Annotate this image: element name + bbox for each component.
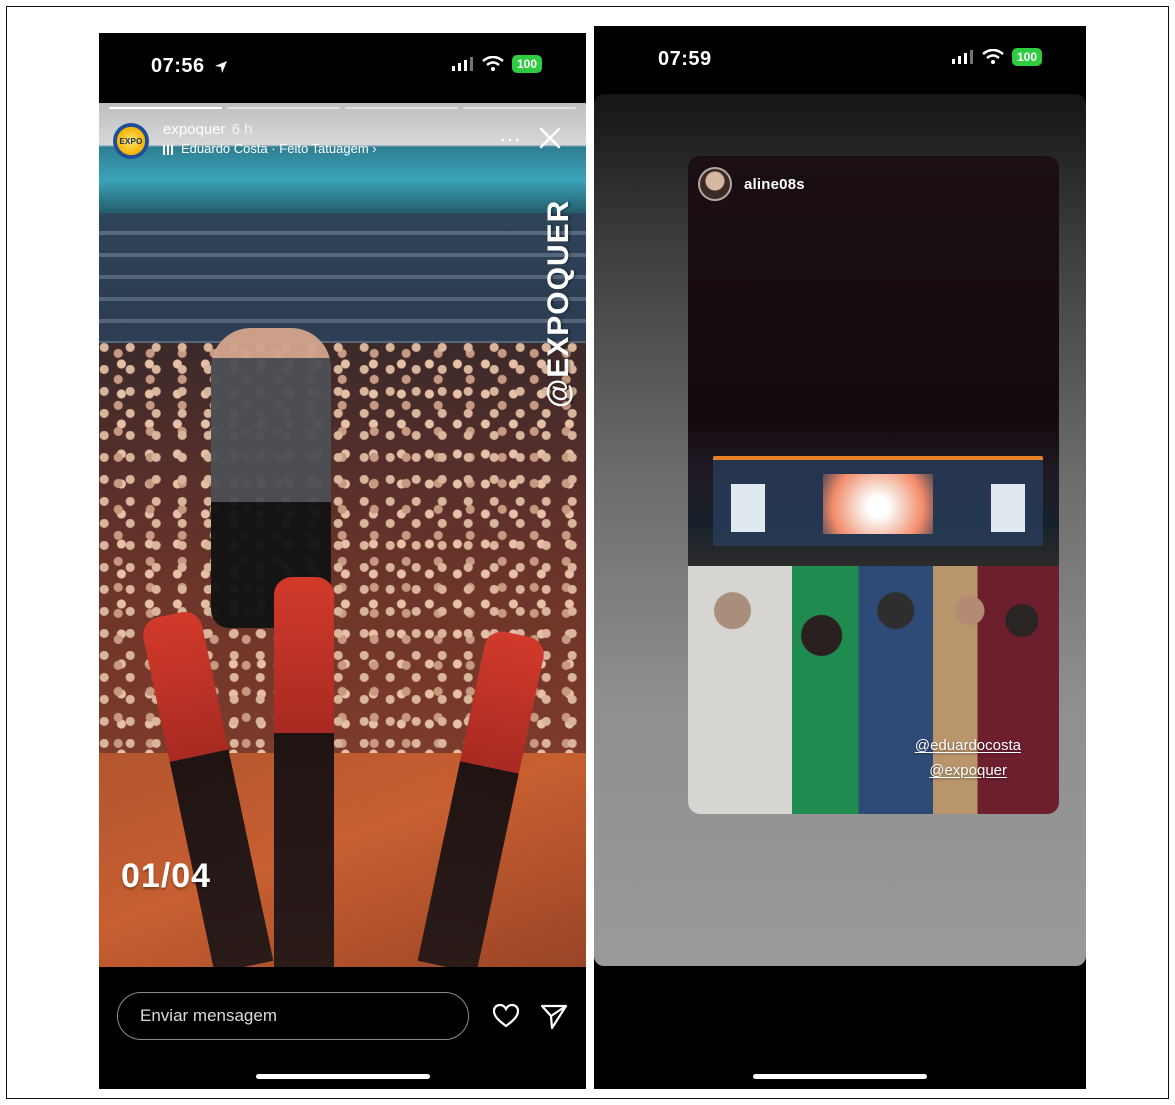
shared-story-card[interactable]: aline08s @eduardocosta @expoquer (688, 156, 1059, 814)
status-bar: 07:56 100 (99, 33, 586, 99)
wifi-icon (482, 56, 504, 71)
home-indicator[interactable] (255, 1074, 430, 1079)
more-icon[interactable]: ··· (499, 128, 521, 150)
grandstand (99, 213, 586, 343)
message-input-wrapper[interactable] (117, 992, 469, 1040)
shared-username[interactable]: aline08s (744, 176, 805, 193)
battery-indicator: 100 (1011, 48, 1042, 66)
progress-segment (109, 107, 222, 109)
mention-expoquer[interactable]: @expoquer (929, 762, 1007, 779)
close-icon[interactable] (535, 123, 565, 153)
home-indicator[interactable] (753, 1074, 927, 1079)
vertical-mention[interactable]: @EXPOQUER (536, 173, 576, 413)
account-name[interactable]: expoquer (163, 121, 226, 138)
guitar-headstock (274, 577, 334, 967)
music-arrow: › (372, 141, 377, 156)
music-attribution[interactable]: Eduardo Costa · Feito Tatuagem › (163, 141, 377, 156)
stage-screen-left (731, 484, 765, 532)
story-progress (109, 107, 576, 110)
right-phone: 07:59 100 aline08s @eduardocosta @expoqu… (594, 26, 1086, 1089)
story-photo-concert-stage[interactable] (99, 103, 586, 967)
music-title: Eduardo Costa · Feito Tatuagem (181, 141, 369, 156)
signal-icon (451, 57, 473, 71)
avatar[interactable] (698, 167, 732, 201)
post-age: 6 h (231, 121, 253, 138)
stage-screen-right (991, 484, 1025, 532)
mention-eduardocosta[interactable]: @eduardocosta (915, 737, 1021, 754)
story-header: EXPO expoquer 6 h Eduardo Costa · Feito T… (113, 121, 573, 163)
heart-icon[interactable] (491, 1001, 521, 1031)
status-time: 07:56 (151, 55, 229, 78)
account-avatar[interactable]: EXPO (113, 123, 149, 159)
shared-user[interactable]: aline08s (698, 166, 805, 202)
progress-segment (463, 107, 576, 109)
battery-indicator: 100 (511, 55, 542, 73)
wifi-icon (982, 49, 1004, 64)
status-right: 100 (951, 48, 1042, 66)
send-icon[interactable] (539, 1001, 569, 1031)
signal-icon (951, 50, 973, 64)
progress-segment (345, 107, 458, 109)
photo-counter: 01/04 (121, 857, 212, 895)
status-right: 100 (451, 55, 542, 73)
distant-stage (713, 456, 1043, 546)
account-line[interactable]: expoquer 6 h (163, 121, 252, 138)
music-bars-icon (163, 144, 175, 155)
progress-segment (227, 107, 340, 109)
left-phone: 07:56 100 EXPO expoquer 6 h Eduardo Cost… (99, 33, 586, 1089)
stage-glow (823, 474, 933, 534)
status-time: 07:59 (658, 48, 712, 70)
location-arrow-icon (214, 60, 227, 73)
message-input[interactable] (118, 993, 468, 1039)
status-bar: 07:59 100 (594, 26, 1086, 92)
